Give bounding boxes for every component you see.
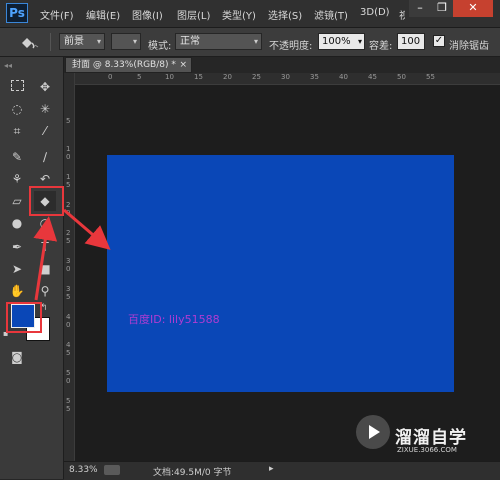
status-menu-icon[interactable]	[104, 465, 120, 475]
watermark-title: 溜溜自学	[395, 428, 467, 448]
doc-info: 文档:49.5M/0 字节	[153, 468, 232, 478]
status-bar: 8.33% 文档:49.5M/0 字节 ▸	[64, 461, 500, 480]
arrow-to-bucket	[33, 216, 58, 301]
annotation-arrows	[33, 208, 111, 301]
watermark-logo	[356, 415, 390, 449]
arrow-to-canvas	[63, 208, 111, 250]
zoom-level[interactable]: 8.33%	[69, 465, 98, 475]
play-icon	[369, 425, 380, 439]
watermark-url: ZIXUE.3066.COM	[397, 446, 457, 454]
status-arrow-icon[interactable]: ▸	[269, 464, 274, 474]
